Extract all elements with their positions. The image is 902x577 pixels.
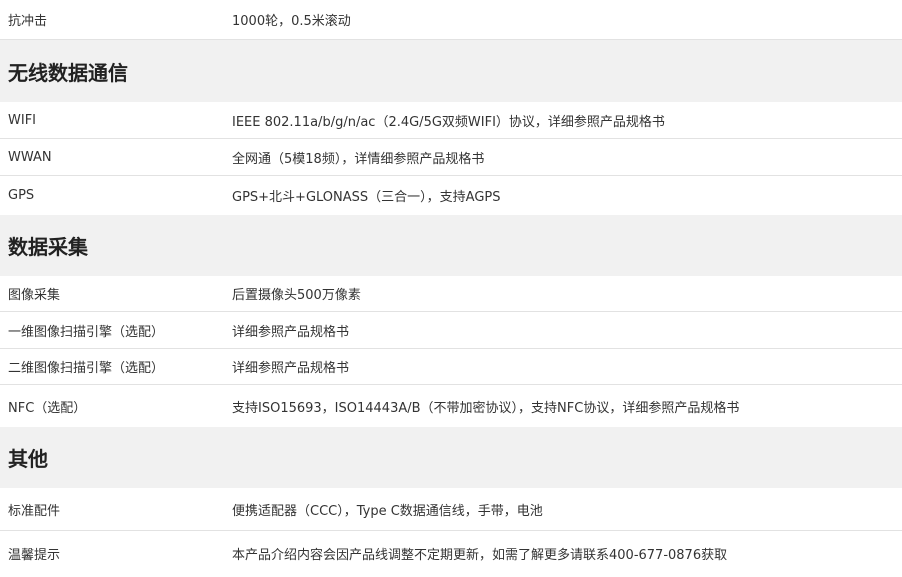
- spec-row-wifi: WIFI IEEE 802.11a/b/g/n/ac（2.4G/5G双频WIFI…: [0, 102, 902, 139]
- spec-value: 详细参照产品规格书: [232, 324, 350, 340]
- spec-key: 抗冲击: [8, 14, 48, 29]
- spec-value: 支持ISO15693，ISO14443A/B（不带加密协议），支持NFC协议，详…: [232, 400, 740, 416]
- spec-value: 便携适配器（CCC），Type C数据通信线，手带，电池: [232, 503, 543, 519]
- spec-row-1d-scanner: 一维图像扫描引擎（选配） 详细参照产品规格书: [0, 312, 902, 349]
- section-header-data-capture: 数据采集: [0, 215, 902, 276]
- spec-row-gps: GPS GPS+北斗+GLONASS（三合一），支持AGPS: [0, 176, 902, 215]
- spec-row-nfc: NFC（选配） 支持ISO15693，ISO14443A/B（不带加密协议），支…: [0, 385, 902, 427]
- spec-key: 标准配件: [8, 503, 61, 519]
- spec-key: 二维图像扫描引擎（选配）: [8, 361, 165, 376]
- spec-value: 详细参照产品规格书: [232, 361, 350, 376]
- spec-key: NFC（选配）: [8, 400, 87, 416]
- spec-value: GPS+北斗+GLONASS（三合一），支持AGPS: [232, 190, 501, 205]
- section-header-other: 其他: [0, 427, 902, 488]
- spec-value: 本产品介绍内容会因产品线调整不定期更新，如需了解更多请联系400-677-087…: [232, 547, 728, 563]
- spec-row-accessories: 标准配件 便携适配器（CCC），Type C数据通信线，手带，电池: [0, 488, 902, 531]
- spec-row-wwan: WWAN 全网通（5模18频），详情细参照产品规格书: [0, 139, 902, 176]
- spec-key: WWAN: [8, 149, 52, 165]
- spec-key: 图像采集: [8, 288, 61, 303]
- spec-table: 抗冲击 1000轮，0.5米滚动 无线数据通信 WIFI IEEE 802.11…: [0, 0, 902, 575]
- spec-row-2d-scanner: 二维图像扫描引擎（选配） 详细参照产品规格书: [0, 349, 902, 385]
- spec-key: GPS: [8, 188, 35, 203]
- spec-key: 温馨提示: [8, 547, 61, 563]
- spec-value: 后置摄像头500万像素: [232, 288, 361, 303]
- spec-value: IEEE 802.11a/b/g/n/ac（2.4G/5G双频WIFI）协议，详…: [232, 114, 665, 130]
- spec-key: 一维图像扫描引擎（选配）: [8, 324, 165, 340]
- spec-value: 1000轮，0.5米滚动: [232, 14, 351, 29]
- spec-value: 全网通（5模18频），详情细参照产品规格书: [232, 151, 485, 167]
- spec-key: WIFI: [8, 112, 36, 128]
- spec-row-impact: 抗冲击 1000轮，0.5米滚动: [0, 0, 902, 40]
- section-header-wireless: 无线数据通信: [0, 40, 902, 102]
- spec-row-camera: 图像采集 后置摄像头500万像素: [0, 276, 902, 312]
- spec-row-notice: 温馨提示 本产品介绍内容会因产品线调整不定期更新，如需了解更多请联系400-67…: [0, 531, 902, 575]
